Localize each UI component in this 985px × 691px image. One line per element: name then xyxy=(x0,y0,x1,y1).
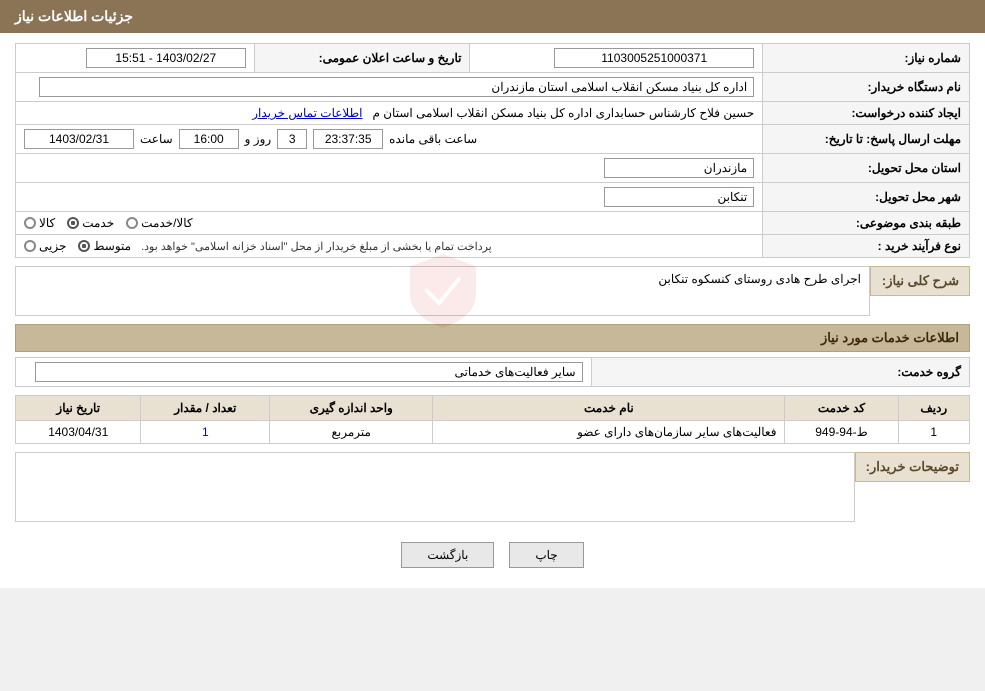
darestgah-value: اداره کل بنیاد مسکن انقلاب اسلامی استان … xyxy=(16,73,763,102)
cell-name: فعالیت‌های سایر سازمان‌های دارای عضو xyxy=(433,421,785,444)
taarikh-value: 1403/02/27 - 15:51 xyxy=(16,44,255,73)
noefar-radio-group: جزیی متوسط xyxy=(24,239,131,253)
row-shomara: شماره نیاز: 1103005251000371 تاریخ و ساع… xyxy=(16,44,970,73)
row-shahr: شهر محل تحویل: تنکابن xyxy=(16,183,970,212)
radio-kala-khedmat-circle xyxy=(126,217,138,229)
main-content: شماره نیاز: 1103005251000371 تاریخ و ساع… xyxy=(0,33,985,588)
cell-kod: ط-94-949 xyxy=(785,421,898,444)
cell-tedad: 1 xyxy=(141,421,270,444)
row-ostan: استان محل تحویل: مازندران xyxy=(16,154,970,183)
col-name: نام خدمت xyxy=(433,396,785,421)
mohlat-value: 1403/02/31 ساعت 16:00 روز و 3 23:37:35 xyxy=(16,125,763,154)
radio-kala[interactable]: کالا xyxy=(24,216,55,230)
gorohe-value: سایر فعالیت‌های خدماتی xyxy=(16,358,592,387)
noefar-note: پرداخت تمام یا بخشی از مبلغ خریدار از مح… xyxy=(141,240,492,253)
shomara-box: 1103005251000371 xyxy=(554,48,754,68)
col-tarikh: تاریخ نیاز xyxy=(16,396,141,421)
khadamat-header: اطلاعات خدمات مورد نیاز xyxy=(15,324,970,352)
radio-motovaset[interactable]: متوسط xyxy=(78,239,131,253)
col-vahed: واحد اندازه گیری xyxy=(270,396,433,421)
saat-label: ساعت xyxy=(140,132,173,146)
ijad-value: حسین فلاح کارشناس حسابداری اداره کل بنیا… xyxy=(16,102,763,125)
noefar-value: جزیی متوسط پرداخت تمام یا بخشی از مبلغ خ… xyxy=(16,235,763,258)
mohlat-date-box: 1403/02/31 xyxy=(24,129,134,149)
taarikh-box: 1403/02/27 - 15:51 xyxy=(86,48,246,68)
gorohe-box: سایر فعالیت‌های خدماتی xyxy=(35,362,582,382)
row-noefar: نوع فرآیند خرید : جزیی متوسط xyxy=(16,235,970,258)
ostan-value: مازندران xyxy=(16,154,763,183)
saat-box: 16:00 xyxy=(179,129,239,149)
row-ijad: ایجاد کننده درخواست: حسین فلاح کارشناس ح… xyxy=(16,102,970,125)
taarikh-label: تاریخ و ساعت اعلان عمومی: xyxy=(254,44,470,73)
cell-vahed: مترمربع xyxy=(270,421,433,444)
gorohe-table: گروه خدمت: سایر فعالیت‌های خدماتی xyxy=(15,357,970,387)
row-mohlat: مهلت ارسال پاسخ: تا تاریخ: 1403/02/31 سا… xyxy=(16,125,970,154)
row-darestgah: نام دستگاه خریدار: اداره کل بنیاد مسکن ا… xyxy=(16,73,970,102)
towzih-section: توضیحات خریدار: xyxy=(15,452,970,522)
noefar-label: نوع فرآیند خرید : xyxy=(763,235,970,258)
radio-jozi[interactable]: جزیی xyxy=(24,239,66,253)
shomara-value: 1103005251000371 xyxy=(470,44,763,73)
ostan-box: مازندران xyxy=(604,158,754,178)
col-kod: کد خدمت xyxy=(785,396,898,421)
sharh-section: شرح کلی نیاز: اجرای طرح هادی روستای کنسک… xyxy=(15,266,970,316)
mohlat-label: مهلت ارسال پاسخ: تا تاریخ: xyxy=(763,125,970,154)
shomara-label: شماره نیاز: xyxy=(763,44,970,73)
page-title: جزئیات اطلاعات نیاز xyxy=(0,0,985,33)
baqi-label: ساعت باقی مانده xyxy=(389,132,477,146)
services-header-row: ردیف کد خدمت نام خدمت واحد اندازه گیری ت… xyxy=(16,396,970,421)
radio-kala-khedmat[interactable]: کالا/خدمت xyxy=(126,216,192,230)
ostan-label: استان محل تحویل: xyxy=(763,154,970,183)
radio-khedmat-circle xyxy=(67,217,79,229)
cell-tarikh: 1403/04/31 xyxy=(16,421,141,444)
tabaqe-radio-group: کالا خدمت کالا/خدمت xyxy=(24,216,754,230)
towzih-label: توضیحات خریدار: xyxy=(855,452,970,482)
radio-kala-circle xyxy=(24,217,36,229)
row-tabaqe: طبقه بندی موضوعی: کالا خدمت کالا/خدمت xyxy=(16,212,970,235)
back-button[interactable]: بازگشت xyxy=(401,542,494,568)
page-wrapper: جزئیات اطلاعات نیاز شماره نیاز: 11030052… xyxy=(0,0,985,588)
radio-jozi-circle xyxy=(24,240,36,252)
sharh-label: شرح کلی نیاز: xyxy=(870,266,970,296)
baqi-box: 23:37:35 xyxy=(313,129,383,149)
darestgah-label: نام دستگاه خریدار: xyxy=(763,73,970,102)
tabaqe-label: طبقه بندی موضوعی: xyxy=(763,212,970,235)
shahr-value: تنکابن xyxy=(16,183,763,212)
table-row: 1ط-94-949فعالیت‌های سایر سازمان‌های دارا… xyxy=(16,421,970,444)
sharh-value: اجرای طرح هادی روستای کنسکوه تنکابن xyxy=(658,272,861,286)
gorohe-label: گروه خدمت: xyxy=(591,358,969,387)
row-gorohe: گروه خدمت: سایر فعالیت‌های خدماتی xyxy=(16,358,970,387)
print-button[interactable]: چاپ xyxy=(509,542,583,568)
ijad-link[interactable]: اطلاعات تماس خریدار xyxy=(252,106,362,120)
shahr-box: تنکابن xyxy=(604,187,754,207)
rooz-label: روز و xyxy=(245,132,272,146)
radio-khedmat[interactable]: خدمت xyxy=(67,216,114,230)
tabaqe-value: کالا خدمت کالا/خدمت xyxy=(16,212,763,235)
col-radif: ردیف xyxy=(898,396,969,421)
towzih-textarea[interactable] xyxy=(15,452,855,522)
shield-watermark xyxy=(403,251,483,331)
services-table: ردیف کد خدمت نام خدمت واحد اندازه گیری ت… xyxy=(15,395,970,444)
shahr-label: شهر محل تحویل: xyxy=(763,183,970,212)
info-table: شماره نیاز: 1103005251000371 تاریخ و ساع… xyxy=(15,43,970,258)
darestgah-box: اداره کل بنیاد مسکن انقلاب اسلامی استان … xyxy=(39,77,755,97)
radio-motovaset-circle xyxy=(78,240,90,252)
rooz-box: 3 xyxy=(277,129,307,149)
col-tedad: تعداد / مقدار xyxy=(141,396,270,421)
ijad-label: ایجاد کننده درخواست: xyxy=(763,102,970,125)
button-row: چاپ بازگشت xyxy=(15,532,970,578)
cell-radif: 1 xyxy=(898,421,969,444)
